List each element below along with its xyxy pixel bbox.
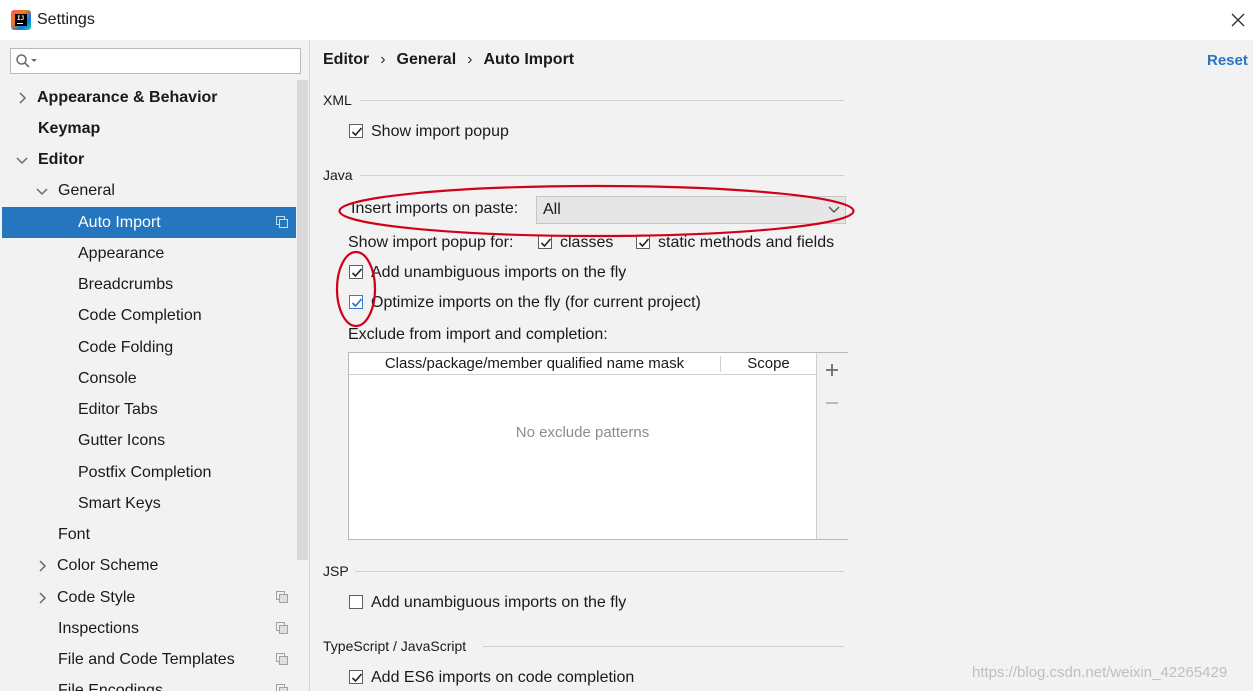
sidebar-item-code-folding[interactable]: Code Folding (2, 332, 296, 363)
sidebar-item-label: Appearance & Behavior (37, 89, 218, 106)
checkmark-icon (351, 127, 363, 137)
table-empty-text: No exclude patterns (515, 424, 650, 441)
sidebar-item-appearance-behavior[interactable]: Appearance & Behavior (2, 82, 296, 113)
sidebar-item-label: Font (58, 526, 91, 543)
settings-search-input[interactable] (10, 48, 301, 74)
project-scope-icon (276, 216, 288, 228)
breadcrumb-separator: › (467, 51, 473, 68)
window-title: Settings (37, 11, 95, 28)
sidebar-item-breadcrumbs[interactable]: Breadcrumbs (2, 269, 296, 300)
sidebar-item-label: Postfix Completion (78, 464, 212, 481)
search-icon (15, 53, 39, 69)
sidebar-item-label: Smart Keys (78, 495, 161, 512)
sidebar-item-inspections[interactable]: Inspections (2, 613, 296, 644)
sidebar-item-color-scheme[interactable]: Color Scheme (2, 550, 296, 581)
breadcrumb-separator: › (380, 51, 386, 68)
sidebar-item-label: Code Folding (78, 339, 174, 356)
sidebar-item-gutter-icons[interactable]: Gutter Icons (2, 425, 296, 456)
sidebar-item-label: Code Completion (78, 307, 202, 324)
close-icon (1231, 13, 1245, 27)
sidebar-item-label: Color Scheme (57, 557, 159, 574)
exclude-label: Exclude from import and completion: (348, 326, 608, 343)
sidebar-item-keymap[interactable]: Keymap (2, 113, 296, 144)
sidebar-item-general[interactable]: General (2, 175, 296, 206)
project-scope-icon (276, 684, 288, 691)
sidebar-item-label: File and Code Templates (58, 651, 235, 668)
sidebar-item-label: Editor Tabs (78, 401, 158, 418)
sidebar-item-code-style[interactable]: Code Style (2, 582, 296, 613)
sidebar-scrollbar[interactable] (297, 80, 308, 560)
sidebar-item-label: Appearance (78, 245, 165, 262)
sidebar-item-label: Breadcrumbs (78, 276, 174, 293)
chevron-down-icon (16, 157, 28, 165)
project-scope-icon (276, 622, 288, 634)
sidebar-item-code-completion[interactable]: Code Completion (2, 300, 296, 331)
sidebar-item-label: Console (78, 370, 137, 387)
sidebar-item-file-code-templates[interactable]: File and Code Templates (2, 644, 296, 675)
section-title-java: Java (323, 167, 353, 183)
checkmark-icon (351, 673, 363, 683)
chevron-right-icon (19, 92, 27, 104)
sidebar-item-label: Gutter Icons (78, 432, 166, 449)
sidebar-item-label: Inspections (58, 620, 139, 637)
annotation-ellipse-checkboxes (335, 250, 377, 328)
reset-link[interactable]: Reset (1207, 52, 1248, 69)
project-scope-icon (276, 653, 288, 665)
column-header-scope[interactable]: Scope (721, 355, 816, 372)
sidebar-item-postfix-completion[interactable]: Postfix Completion (2, 457, 296, 488)
sidebar-item-appearance[interactable]: Appearance (2, 238, 296, 269)
exclude-patterns-table[interactable] (348, 352, 848, 540)
sidebar-item-font[interactable]: Font (2, 519, 296, 550)
checkbox-label: Add unambiguous imports on the fly (371, 594, 627, 611)
breadcrumb: Editor › General › Auto Import (323, 51, 574, 69)
watermark-text: https://blog.csdn.net/weixin_42265429 (972, 664, 1228, 681)
checkbox-box (349, 595, 363, 609)
column-header-name-mask[interactable]: Class/package/member qualified name mask (349, 355, 720, 372)
sidebar-item-label: Editor (38, 151, 85, 168)
breadcrumb-item: Auto Import (483, 51, 575, 68)
checkbox-label: Show import popup (371, 123, 509, 140)
sidebar-item-auto-import[interactable]: Auto Import (2, 207, 296, 238)
checkbox-label: Add unambiguous imports on the fly (371, 264, 627, 281)
breadcrumb-item: Editor (323, 51, 370, 68)
section-title-typescript: TypeScript / JavaScript (323, 638, 467, 654)
section-divider (360, 175, 844, 176)
sidebar-item-label: General (58, 182, 115, 199)
intellij-app-icon: IJ (11, 10, 31, 30)
checkbox-label: Optimize imports on the fly (for current… (371, 294, 701, 311)
project-scope-icon (276, 591, 288, 603)
sidebar-item-label: Code Style (57, 589, 136, 606)
close-window-button[interactable] (1224, 6, 1252, 34)
section-divider (483, 646, 844, 647)
checkbox-label: Add ES6 imports on code completion (371, 669, 635, 686)
breadcrumb-item: General (396, 51, 457, 68)
checkbox-box (349, 124, 363, 138)
sidebar-item-editor[interactable]: Editor (2, 144, 296, 175)
chevron-right-icon (39, 560, 47, 572)
minus-icon (826, 402, 838, 404)
sidebar-item-label: Keymap (38, 120, 101, 137)
sidebar-item-label: File Encodings (58, 682, 163, 691)
annotation-ellipse-insert-imports (338, 184, 855, 238)
plus-icon (826, 364, 838, 376)
section-divider (360, 100, 844, 101)
checkbox-box (349, 670, 363, 684)
sidebar-item-smart-keys[interactable]: Smart Keys (2, 488, 296, 519)
sidebar-item-label: Auto Import (78, 214, 161, 231)
table-toolbar (816, 353, 848, 539)
remove-pattern-button[interactable] (822, 393, 842, 413)
add-pattern-button[interactable] (822, 360, 842, 380)
sidebar-item-console[interactable]: Console (2, 363, 296, 394)
chevron-down-icon (36, 188, 48, 196)
section-title-xml: XML (323, 92, 352, 108)
section-title-jsp: JSP (323, 563, 349, 579)
title-bar (0, 0, 1253, 40)
sidebar-item-file-encodings[interactable]: File Encodings (2, 675, 296, 691)
sidebar-item-editor-tabs[interactable]: Editor Tabs (2, 394, 296, 425)
chevron-right-icon (39, 592, 47, 604)
section-divider (355, 571, 844, 572)
